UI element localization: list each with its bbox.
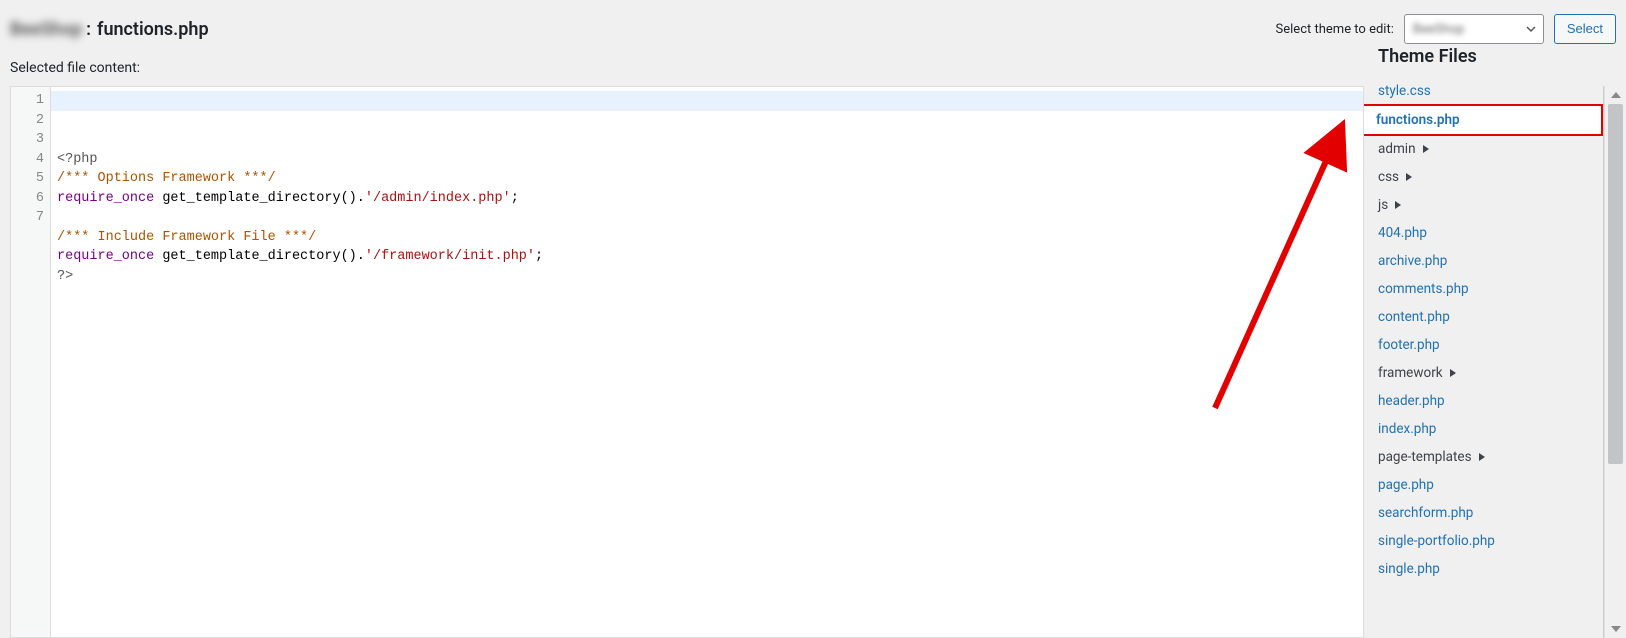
code-line[interactable]: /*** Include Framework File ***/ bbox=[57, 228, 1357, 248]
file-label: css bbox=[1378, 169, 1399, 185]
file-item[interactable]: searchform.php bbox=[1364, 499, 1603, 527]
file-label: header.php bbox=[1378, 393, 1445, 409]
active-line-highlight bbox=[51, 91, 1363, 111]
file-label: 404.php bbox=[1378, 225, 1427, 241]
folder-item[interactable]: js bbox=[1364, 191, 1603, 219]
title-filename: functions.php bbox=[97, 19, 209, 40]
file-label: searchform.php bbox=[1378, 505, 1473, 521]
code-line[interactable]: ?> bbox=[57, 267, 1357, 287]
theme-select[interactable]: BeeShop bbox=[1404, 14, 1544, 44]
theme-files-heading: Theme Files bbox=[1364, 46, 1603, 77]
scroll-track[interactable] bbox=[1605, 104, 1626, 620]
line-number: 1 bbox=[11, 91, 44, 111]
file-label: framework bbox=[1378, 365, 1443, 381]
file-item[interactable]: single-portfolio.php bbox=[1364, 527, 1603, 555]
file-label: page-templates bbox=[1378, 449, 1472, 465]
folder-item[interactable]: framework bbox=[1364, 359, 1603, 387]
theme-select-label: Select theme to edit: bbox=[1276, 22, 1394, 37]
file-label: single.php bbox=[1378, 561, 1440, 577]
line-number: 7 bbox=[11, 208, 44, 228]
caret-right-icon bbox=[1478, 449, 1486, 465]
code-line[interactable]: <?php bbox=[57, 150, 1357, 170]
line-number-gutter: 1234567 bbox=[11, 87, 51, 637]
theme-selector-group: Select theme to edit: BeeShop Select bbox=[1276, 14, 1616, 44]
file-item[interactable]: index.php bbox=[1364, 415, 1603, 443]
file-label: single-portfolio.php bbox=[1378, 533, 1495, 549]
file-item[interactable]: style.css bbox=[1364, 77, 1603, 105]
line-number: 2 bbox=[11, 111, 44, 131]
file-label: js bbox=[1378, 197, 1388, 213]
file-label: index.php bbox=[1378, 421, 1436, 437]
code-line[interactable] bbox=[57, 208, 1357, 228]
file-label: admin bbox=[1378, 141, 1416, 157]
file-label: footer.php bbox=[1378, 337, 1440, 353]
file-item[interactable]: comments.php bbox=[1364, 275, 1603, 303]
file-item[interactable]: single.php bbox=[1364, 555, 1603, 583]
file-label: content.php bbox=[1378, 309, 1450, 325]
file-item[interactable]: functions.php bbox=[1364, 104, 1603, 136]
line-number: 3 bbox=[11, 130, 44, 150]
scroll-up-icon[interactable] bbox=[1611, 92, 1621, 98]
theme-files-panel: Theme Files style.cssfunctions.phpadminc… bbox=[1364, 86, 1604, 638]
line-number: 5 bbox=[11, 169, 44, 189]
file-item[interactable]: archive.php bbox=[1364, 247, 1603, 275]
folder-item[interactable]: admin bbox=[1364, 135, 1603, 163]
code-area[interactable]: <?php/*** Options Framework ***/require_… bbox=[51, 87, 1363, 637]
line-number: 6 bbox=[11, 189, 44, 209]
file-item[interactable]: 404.php bbox=[1364, 219, 1603, 247]
code-line[interactable]: require_once get_template_directory().'/… bbox=[57, 247, 1357, 267]
caret-right-icon bbox=[1405, 169, 1413, 185]
scroll-down-icon[interactable] bbox=[1611, 626, 1621, 632]
file-label: functions.php bbox=[1376, 112, 1460, 128]
code-editor[interactable]: 1234567 <?php/*** Options Framework ***/… bbox=[10, 86, 1364, 638]
code-line[interactable]: require_once get_template_directory().'/… bbox=[57, 189, 1357, 209]
file-label: page.php bbox=[1378, 477, 1434, 493]
title-separator: : bbox=[86, 19, 91, 40]
theme-name-blurred: BeeShop bbox=[10, 19, 82, 40]
folder-item[interactable]: css bbox=[1364, 163, 1603, 191]
scroll-thumb[interactable] bbox=[1608, 104, 1623, 464]
file-label: style.css bbox=[1378, 83, 1431, 99]
caret-right-icon bbox=[1422, 141, 1430, 157]
caret-right-icon bbox=[1394, 197, 1402, 213]
chevron-down-icon bbox=[1525, 23, 1537, 35]
line-number: 4 bbox=[11, 150, 44, 170]
folder-item[interactable]: page-templates bbox=[1364, 443, 1603, 471]
page-title: BeeShop : functions.php bbox=[10, 19, 209, 40]
file-item[interactable]: page.php bbox=[1364, 471, 1603, 499]
theme-select-value: BeeShop bbox=[1413, 22, 1464, 37]
file-item[interactable]: content.php bbox=[1364, 303, 1603, 331]
code-line[interactable]: /*** Options Framework ***/ bbox=[57, 169, 1357, 189]
file-label: archive.php bbox=[1378, 253, 1447, 269]
caret-right-icon bbox=[1449, 365, 1457, 381]
file-label: comments.php bbox=[1378, 281, 1469, 297]
select-button[interactable]: Select bbox=[1554, 14, 1616, 44]
vertical-scrollbar[interactable] bbox=[1604, 86, 1626, 638]
theme-files-list: style.css functions.php admin css js 404.php a… bbox=[1364, 77, 1603, 638]
file-item[interactable]: footer.php bbox=[1364, 331, 1603, 359]
file-item[interactable]: header.php bbox=[1364, 387, 1603, 415]
